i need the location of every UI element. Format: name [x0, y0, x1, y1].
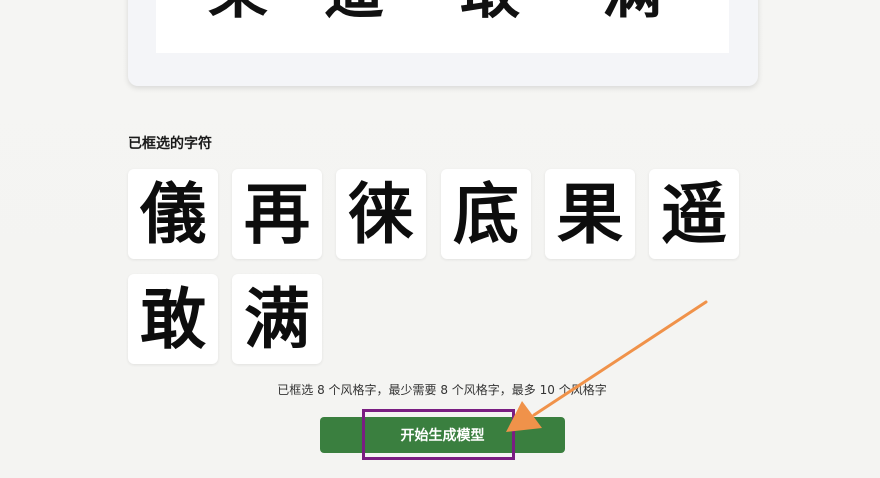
char-tile[interactable]: 遥 [649, 169, 739, 259]
char-glyph: 再 [244, 175, 310, 253]
preview-glyph: 遥 [324, 0, 384, 22]
char-glyph: 底 [453, 175, 519, 253]
char-tile[interactable]: 满 [232, 274, 322, 364]
selection-count-info: 已框选 8 个风格字，最少需要 8 个风格字，最多 10 个风格字 [277, 383, 607, 397]
preview-glyph: 满 [602, 0, 662, 22]
selected-chars-title: 已框选的字符 [128, 136, 212, 152]
preview-card: 果 遥 敢 满 [128, 0, 758, 86]
char-glyph: 果 [557, 175, 623, 253]
char-tile[interactable]: 徕 [336, 169, 426, 259]
char-tile[interactable]: 儀 [128, 169, 218, 259]
preview-glyph: 敢 [460, 0, 520, 22]
char-glyph: 满 [244, 280, 310, 358]
preview-glyph: 果 [208, 0, 268, 22]
char-tile[interactable]: 敢 [128, 274, 218, 364]
char-tile[interactable]: 再 [232, 169, 322, 259]
start-generate-model-button[interactable]: 开始生成模型 [320, 417, 565, 453]
char-glyph: 儀 [140, 175, 206, 253]
char-glyph: 遥 [661, 175, 727, 253]
char-glyph: 徕 [348, 175, 414, 253]
char-tile[interactable]: 果 [545, 169, 635, 259]
style-preview-image: 果 遥 敢 满 [156, 0, 729, 53]
char-glyph: 敢 [140, 280, 206, 358]
char-tile[interactable]: 底 [441, 169, 531, 259]
